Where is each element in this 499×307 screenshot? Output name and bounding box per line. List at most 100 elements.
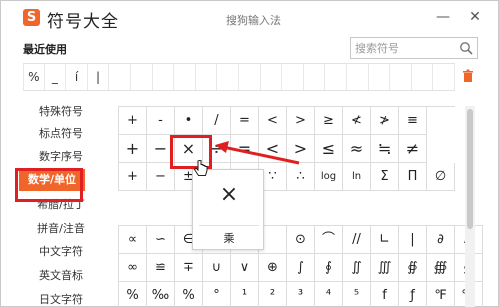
recent-symbol-cell[interactable] <box>239 64 261 90</box>
symbol-cell[interactable]: ² <box>259 282 287 307</box>
symbol-cell[interactable]: Π <box>399 163 427 191</box>
symbol-cell[interactable]: + <box>119 135 147 163</box>
popup-divider <box>199 225 259 226</box>
recent-symbol-cell[interactable] <box>282 64 304 90</box>
symbol-cell[interactable]: ≒ <box>371 135 399 163</box>
recent-symbol-cell[interactable]: í <box>66 64 88 90</box>
recent-symbol-cell[interactable] <box>433 64 455 90</box>
symbol-cell[interactable]: ∬ <box>343 254 371 282</box>
symbol-grid-bottom: ∝∽∈⊙⌒//∟|∂Δ∞≌∓∪∨⊕∫∮∬∭∯∰∯%‰%°¹²³⁴⁵fƒ℉℃ <box>118 225 483 307</box>
recent-symbol-cell[interactable] <box>325 64 347 90</box>
symbol-cell[interactable]: ∽ <box>147 226 175 254</box>
symbol-cell[interactable]: / <box>203 107 231 135</box>
sogou-logo-icon: S <box>23 9 40 26</box>
symbol-cell[interactable]: // <box>343 226 371 254</box>
symbol-cell[interactable]: ln <box>343 163 371 191</box>
recent-label: 最近使用 <box>23 43 67 56</box>
symbol-cell[interactable]: ∝ <box>119 226 147 254</box>
symbol-cell[interactable]: ∅ <box>427 163 455 191</box>
popup-glyph: × <box>219 182 239 207</box>
symbol-cell[interactable]: ∰ <box>427 254 455 282</box>
symbol-cell[interactable]: • <box>175 107 203 135</box>
symbol-cell[interactable]: ≠ <box>399 135 427 163</box>
trash-icon[interactable] <box>461 69 475 83</box>
symbol-grid-row: + - • / = < > ≥ ≮ ≯ ≡ <box>119 107 455 135</box>
recent-symbol-cell[interactable] <box>304 64 326 90</box>
category-item[interactable]: 拼音/注音 <box>15 218 107 240</box>
search-input[interactable] <box>355 40 451 56</box>
recent-symbol-cell[interactable] <box>131 64 153 90</box>
search-icon[interactable] <box>459 41 473 55</box>
symbol-cell[interactable]: f <box>371 282 399 307</box>
symbol-cell[interactable]: ∭ <box>371 254 399 282</box>
symbol-cell[interactable]: ℉ <box>427 282 455 307</box>
recent-symbol-cell[interactable] <box>153 64 175 90</box>
symbol-cell[interactable]: ∂ <box>427 226 455 254</box>
recent-symbol-cell[interactable] <box>109 64 131 90</box>
symbol-preview-popup: × 乘 <box>192 169 264 250</box>
category-item[interactable]: 特殊符号 <box>15 101 107 123</box>
symbol-cell[interactable]: ∞ <box>119 254 147 282</box>
ime-name: 搜狗输入法 <box>226 14 281 27</box>
category-item[interactable]: 数字序号 <box>15 146 107 168</box>
symbol-cell[interactable]: ≌ <box>147 254 175 282</box>
symbol-cell[interactable]: < <box>259 107 287 135</box>
category-item[interactable]: 中文字符 <box>15 241 107 263</box>
symbol-cell[interactable]: ⁴ <box>315 282 343 307</box>
minimize-icon[interactable]: — <box>435 9 451 25</box>
recent-symbol-cell[interactable]: | <box>88 64 110 90</box>
symbol-cell[interactable]: - <box>147 107 175 135</box>
symbol-cell[interactable]: + <box>119 163 147 191</box>
recent-symbol-cell[interactable] <box>390 64 412 90</box>
category-highlight-box <box>15 168 83 202</box>
scrollbar-thumb[interactable] <box>467 109 473 229</box>
symbol-cell[interactable]: + <box>119 107 147 135</box>
symbol-cell[interactable]: ƒ <box>399 282 427 307</box>
symbol-cell[interactable]: ∪ <box>203 254 231 282</box>
category-item[interactable]: 英文音标 <box>15 265 107 287</box>
recent-symbol-cell[interactable] <box>369 64 391 90</box>
symbol-cell[interactable]: = <box>231 107 259 135</box>
recent-symbol-cell[interactable]: % <box>23 64 45 90</box>
symbol-cell[interactable]: ³ <box>287 282 315 307</box>
symbol-cell[interactable]: ≥ <box>315 107 343 135</box>
symbol-cell[interactable]: ⊕ <box>259 254 287 282</box>
symbol-cell[interactable]: ∫ <box>287 254 315 282</box>
recent-symbol-cell[interactable] <box>174 64 196 90</box>
category-item[interactable]: 日文字符 <box>15 289 107 307</box>
close-icon[interactable]: ✕ <box>467 9 483 25</box>
symbol-cell[interactable]: ∟ <box>371 226 399 254</box>
symbol-cell[interactable]: | <box>399 226 427 254</box>
symbol-cell[interactable]: ∮ <box>315 254 343 282</box>
symbol-cell[interactable]: ∴ <box>287 163 315 191</box>
symbol-cell[interactable]: ≮ <box>343 107 371 135</box>
symbol-cell[interactable]: ⊙ <box>287 226 315 254</box>
symbol-cell[interactable]: ⁵ <box>343 282 371 307</box>
symbol-cell[interactable]: % <box>175 282 203 307</box>
recent-symbol-cell[interactable] <box>261 64 283 90</box>
symbol-cell[interactable]: ∯ <box>399 254 427 282</box>
symbol-cell[interactable]: ≯ <box>371 107 399 135</box>
symbol-cell[interactable]: ≡ <box>399 107 427 135</box>
category-item[interactable]: 标点符号 <box>15 123 107 145</box>
symbol-cell[interactable]: > <box>287 107 315 135</box>
symbol-cell[interactable]: ∨ <box>231 254 259 282</box>
recent-symbol-cell[interactable] <box>196 64 218 90</box>
symbol-cell[interactable]: ⌒ <box>315 226 343 254</box>
popup-name: 乘 <box>223 232 235 245</box>
recent-symbol-cell[interactable]: _ <box>45 64 67 90</box>
symbol-cell[interactable]: ‰ <box>147 282 175 307</box>
symbol-cell[interactable]: ≤ <box>315 135 343 163</box>
search-box[interactable] <box>350 37 478 59</box>
symbol-cell[interactable]: ¹ <box>231 282 259 307</box>
symbol-cell[interactable]: ° <box>203 282 231 307</box>
symbol-cell[interactable]: Σ <box>371 163 399 191</box>
recent-symbol-cell[interactable] <box>412 64 434 90</box>
symbol-cell[interactable]: % <box>119 282 147 307</box>
recent-symbol-cell[interactable] <box>347 64 369 90</box>
symbol-cell[interactable]: ≈ <box>343 135 371 163</box>
symbol-grid-row: ∝∽∈⊙⌒//∟|∂Δ <box>119 226 483 254</box>
symbol-cell[interactable]: log <box>315 163 343 191</box>
recent-symbol-cell[interactable] <box>217 64 239 90</box>
symbol-cell[interactable]: ∓ <box>175 254 203 282</box>
